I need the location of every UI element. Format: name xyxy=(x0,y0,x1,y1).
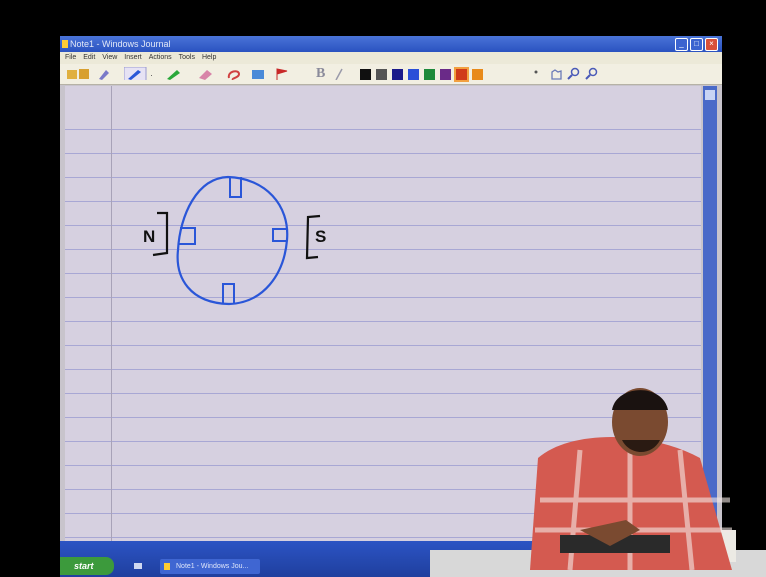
color-swatch[interactable] xyxy=(424,69,435,80)
close-button[interactable]: × xyxy=(705,38,718,51)
color-swatch[interactable] xyxy=(408,69,419,80)
menu-edit[interactable]: Edit xyxy=(83,54,95,61)
menu-tools[interactable]: Tools xyxy=(179,54,195,61)
color-swatch[interactable] xyxy=(376,69,387,80)
toolbar: · B xyxy=(60,64,722,85)
open-icon[interactable] xyxy=(66,67,92,80)
menu-bar: File Edit View Insert Actions Tools Help xyxy=(60,52,722,64)
title-bar: Note1 - Windows Journal _ □ × xyxy=(60,36,722,52)
italic-icon[interactable] xyxy=(332,67,346,80)
menu-view[interactable]: View xyxy=(102,54,117,61)
bold-button[interactable]: B xyxy=(316,66,325,81)
journal-app-icon xyxy=(62,40,68,48)
svg-text:·: · xyxy=(150,70,153,80)
menu-help[interactable]: Help xyxy=(202,54,216,61)
lasso-icon[interactable] xyxy=(225,67,251,80)
window-title: Note1 - Windows Journal xyxy=(70,39,171,49)
south-label: S xyxy=(315,227,326,246)
taskbar-item-label: Note1 - Windows Jou... xyxy=(176,563,249,570)
quick-launch-icon[interactable] xyxy=(134,563,142,569)
color-swatch[interactable] xyxy=(440,69,451,80)
top-slot xyxy=(229,177,242,198)
zoom-in-icon[interactable] xyxy=(566,67,582,80)
minimize-button[interactable]: _ xyxy=(675,38,688,51)
insert-space-icon[interactable] xyxy=(250,67,270,80)
menu-insert[interactable]: Insert xyxy=(124,54,142,61)
pen-tool-icon[interactable]: · xyxy=(124,67,160,80)
color-swatch[interactable] xyxy=(392,69,403,80)
right-slot xyxy=(272,228,287,242)
zoom-out-icon[interactable] xyxy=(584,67,600,80)
page-margin-line xyxy=(111,86,112,541)
selection-tool-icon[interactable] xyxy=(96,67,116,80)
menu-actions[interactable]: Actions xyxy=(149,54,172,61)
start-button[interactable]: start xyxy=(60,557,114,575)
flag-icon[interactable] xyxy=(274,67,302,80)
color-swatch[interactable] xyxy=(472,69,483,80)
taskbar-item-journal[interactable]: Note1 - Windows Jou... xyxy=(160,559,260,574)
maximize-button[interactable]: □ xyxy=(690,38,703,51)
zoom-dropdown-icon[interactable] xyxy=(530,67,542,80)
color-swatch[interactable] xyxy=(454,67,469,82)
highlighter-icon[interactable] xyxy=(164,67,192,80)
hand-icon[interactable] xyxy=(548,67,566,80)
eraser-icon[interactable] xyxy=(196,67,222,80)
journal-task-icon xyxy=(164,563,170,570)
north-label: N xyxy=(143,227,155,246)
menu-file[interactable]: File xyxy=(65,54,76,61)
bottom-slot xyxy=(222,283,235,303)
ink-drawing: N S xyxy=(143,175,326,306)
color-swatch[interactable] xyxy=(360,69,371,80)
scroll-up-arrow-icon[interactable] xyxy=(705,90,715,100)
presenter-video xyxy=(430,388,766,577)
window-controls: _ □ × xyxy=(675,38,718,51)
